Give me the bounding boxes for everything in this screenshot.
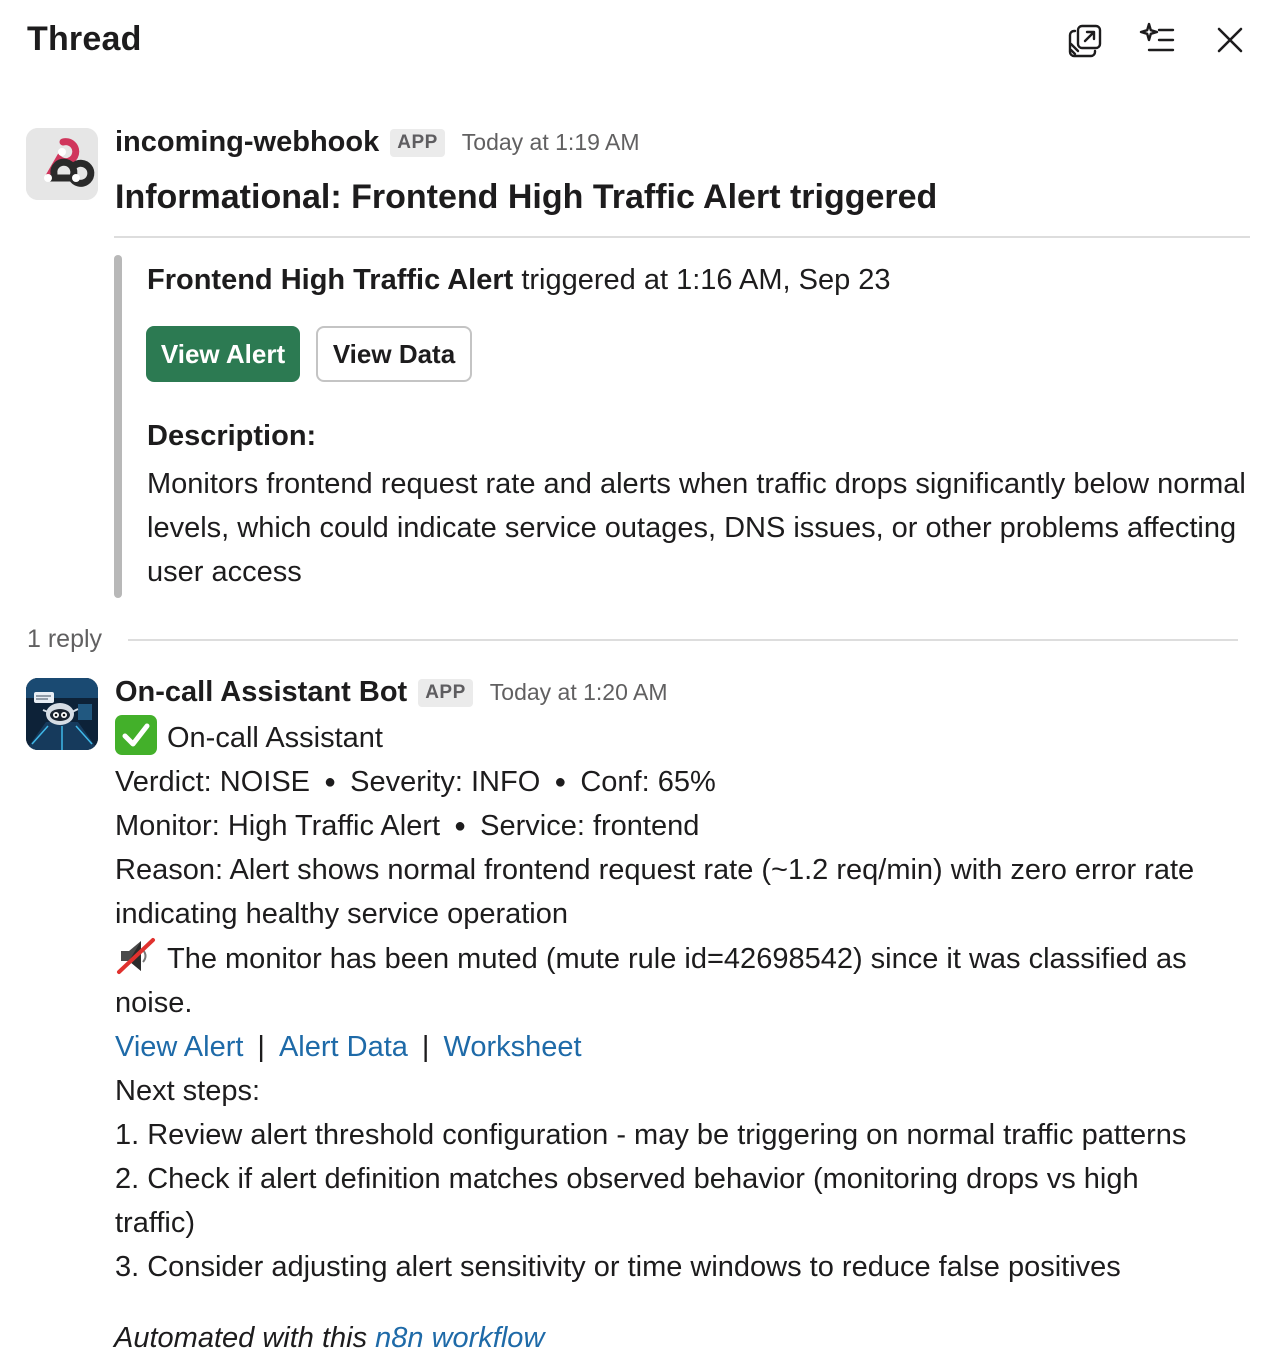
monitor-line: Monitor: High Traffic Alert ● Service: fro… (115, 804, 1255, 848)
worksheet-link[interactable]: Worksheet (443, 1031, 581, 1063)
alert-headline: Informational: Frontend High Traffic Ale… (115, 178, 938, 216)
reason-line: Reason: Alert shows normal frontend requ… (115, 854, 1195, 886)
divider (128, 639, 1238, 641)
divider (114, 236, 1250, 238)
description-text: Monitors frontend request rate and alert… (147, 468, 1246, 588)
severity: Severity: INFO (350, 766, 541, 798)
robot-avatar-icon (26, 678, 98, 750)
webhook-icon (26, 128, 98, 200)
bot-message-body: On-call Assistant Verdict: NOISE ● Severit… (115, 715, 1255, 1289)
assistant-title-line: On-call Assistant (115, 715, 1255, 760)
assistant-title: On-call Assistant (167, 722, 383, 754)
automation-footer: Automated with this n8n workflow (114, 1322, 544, 1355)
n8n-workflow-link[interactable]: n8n workflow (375, 1322, 544, 1354)
reply-divider: 1 reply (0, 622, 1274, 662)
app-badge: APP (390, 128, 445, 157)
open-in-window-icon[interactable] (1064, 18, 1108, 62)
muted-speaker-icon (117, 938, 155, 974)
description-label: Description: (147, 420, 317, 452)
timestamp[interactable]: Today at 1:19 AM (462, 129, 640, 156)
confidence: Conf: 65% (580, 766, 716, 798)
timestamp[interactable]: Today at 1:20 AM (490, 679, 668, 706)
bot-avatar[interactable] (26, 678, 98, 750)
reason-line-cont: indicating healthy service operation (115, 898, 568, 930)
link-separator: | (421, 1031, 430, 1063)
step-2-cont: traffic) (115, 1207, 196, 1239)
link-separator: | (257, 1031, 265, 1063)
thread-title: Thread (27, 20, 142, 58)
alert-data-link[interactable]: Alert Data (279, 1031, 408, 1063)
verdict-line: Verdict: NOISE ● Severity: INFO ● Conf: 65% (115, 760, 1255, 804)
links-line: View Alert | Alert Data | Worksheet (115, 1025, 1255, 1069)
muted-text: The monitor has been muted (mute rule id… (167, 943, 1187, 975)
attachment-bar (114, 255, 122, 598)
thread-header: Thread (0, 0, 1274, 80)
trigger-time: triggered at 1:16 AM, Sep 23 (521, 264, 891, 296)
bullet-icon: ● (554, 771, 567, 793)
alert-trigger-line: Frontend High Traffic Alert triggered at… (147, 264, 891, 297)
service: Service: frontend (480, 810, 700, 842)
step-2: 2. Check if alert definition matches obs… (115, 1163, 1139, 1195)
muted-line: The monitor has been muted (mute rule id… (115, 936, 1255, 981)
muted-line-cont: noise. (115, 987, 193, 1019)
footer-prefix: Automated with this (114, 1322, 368, 1354)
message-meta: On-call Assistant Bot APP Today at 1:20 … (115, 676, 668, 709)
bullet-icon: ● (324, 771, 337, 793)
next-steps-label: Next steps: (115, 1075, 261, 1107)
app-badge: APP (418, 678, 473, 707)
bullet-icon: ● (454, 815, 467, 837)
step-1: 1. Review alert threshold configuration … (115, 1119, 1187, 1151)
view-alert-link[interactable]: View Alert (115, 1031, 243, 1063)
sender-name[interactable]: On-call Assistant Bot (115, 676, 407, 709)
step-3: 3. Consider adjusting alert sensitivity … (115, 1251, 1121, 1283)
view-data-button[interactable]: View Data (316, 326, 472, 382)
reply-count: 1 reply (27, 625, 103, 653)
webhook-avatar[interactable] (26, 128, 98, 200)
sender-name[interactable]: incoming-webhook (115, 126, 379, 159)
monitor: Monitor: High Traffic Alert (115, 810, 441, 842)
ai-summary-icon[interactable] (1135, 18, 1179, 62)
view-alert-button[interactable]: View Alert (146, 326, 300, 382)
close-icon[interactable] (1208, 18, 1252, 62)
check-mark-icon (115, 715, 157, 755)
verdict: Verdict: NOISE (115, 766, 311, 798)
message-meta: incoming-webhook APP Today at 1:19 AM (115, 126, 640, 159)
alert-name: Frontend High Traffic Alert (147, 264, 514, 296)
alert-attachment: Frontend High Traffic Alert triggered at… (114, 255, 1246, 598)
